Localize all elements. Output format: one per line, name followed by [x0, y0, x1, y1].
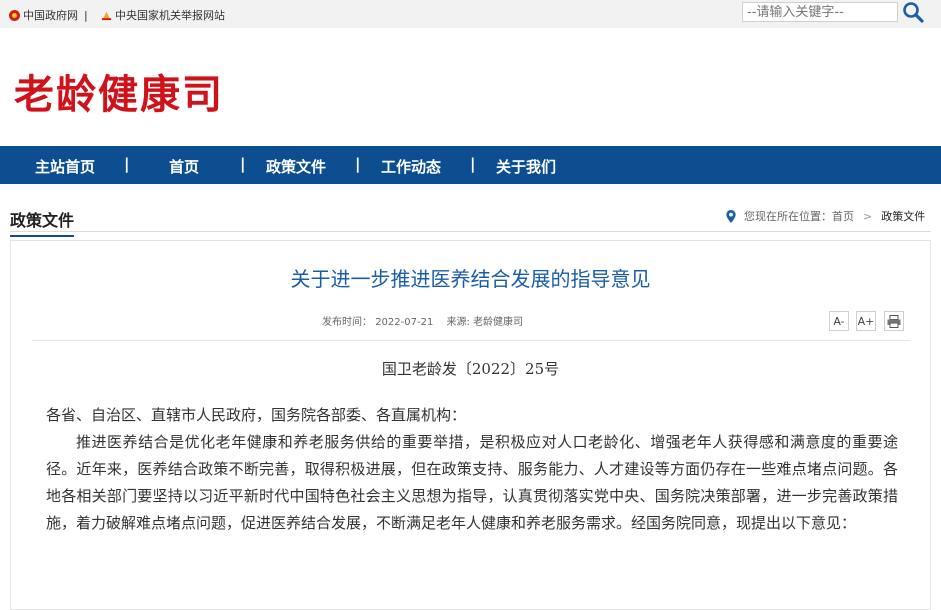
section-title: 政策文件: [10, 207, 75, 237]
nav-item-work-news[interactable]: 工作动态: [381, 156, 441, 177]
emblem-icon: [9, 9, 20, 21]
publish-date-label: 发布时间： 2022-07-21: [322, 317, 434, 328]
print-button[interactable]: [884, 311, 904, 331]
search-icon[interactable]: [901, 1, 925, 23]
gov-website-label: 中国政府网: [23, 9, 78, 22]
report-website-label: 中央国家机关举报网站: [115, 9, 225, 22]
breadcrumb-home-link[interactable]: 首页: [832, 208, 854, 224]
section-divider: [10, 231, 931, 232]
site-title: 老龄健康司: [14, 71, 224, 118]
nav-item-about[interactable]: 关于我们: [496, 156, 556, 177]
report-website-link[interactable]: 中央国家机关举报网站: [101, 7, 225, 23]
breadcrumb-current[interactable]: 政策文件: [881, 208, 925, 224]
location-pin-icon: [726, 209, 736, 223]
print-icon: [887, 314, 901, 328]
font-decrease-button[interactable]: A-: [829, 311, 849, 331]
document-number: 国卫老龄发〔2022〕25号: [381, 360, 560, 378]
report-icon: [101, 11, 112, 20]
gov-website-link[interactable]: 中国政府网 |: [9, 7, 88, 23]
nav-separator: |: [470, 155, 476, 173]
nav-item-main-home[interactable]: 主站首页: [35, 156, 95, 177]
breadcrumb-prefix: 您现在所在位置：: [744, 210, 832, 223]
main-nav: 主站首页 | 首页 | 政策文件 | 工作动态 | 关于我们: [0, 146, 941, 184]
breadcrumb-separator: >: [863, 209, 873, 223]
top-bar: 中国政府网 | 中央国家机关举报网站: [0, 0, 941, 28]
nav-separator: |: [355, 155, 361, 173]
nav-separator: |: [124, 155, 130, 173]
article-title: 关于进一步推进医养结合发展的指导意见: [290, 267, 651, 291]
meta-divider: [32, 340, 910, 341]
topbar-divider: |: [84, 8, 88, 22]
article-meta: 发布时间： 2022-07-21 来源: 老龄健康司: [322, 313, 533, 328]
breadcrumb: 您现在所在位置： 首页 > 政策文件: [726, 208, 925, 224]
paragraph: 推进医养结合是优化老年健康和养老服务供给的重要举措，是积极应对人口老龄化、增强老…: [46, 433, 898, 532]
article-body: 各省、自治区、直辖市人民政府，国务院各部委、各直属机构： 推进医养结合是优化老年…: [46, 402, 898, 537]
font-increase-button[interactable]: A+: [856, 311, 876, 331]
nav-item-home[interactable]: 首页: [169, 156, 199, 177]
salutation: 各省、自治区、直辖市人民政府，国务院各部委、各直属机构：: [46, 406, 467, 424]
nav-item-policy[interactable]: 政策文件: [266, 156, 326, 177]
search-input[interactable]: [742, 2, 898, 22]
source-label: 来源: 老龄健康司: [446, 317, 524, 328]
nav-separator: |: [240, 155, 246, 173]
